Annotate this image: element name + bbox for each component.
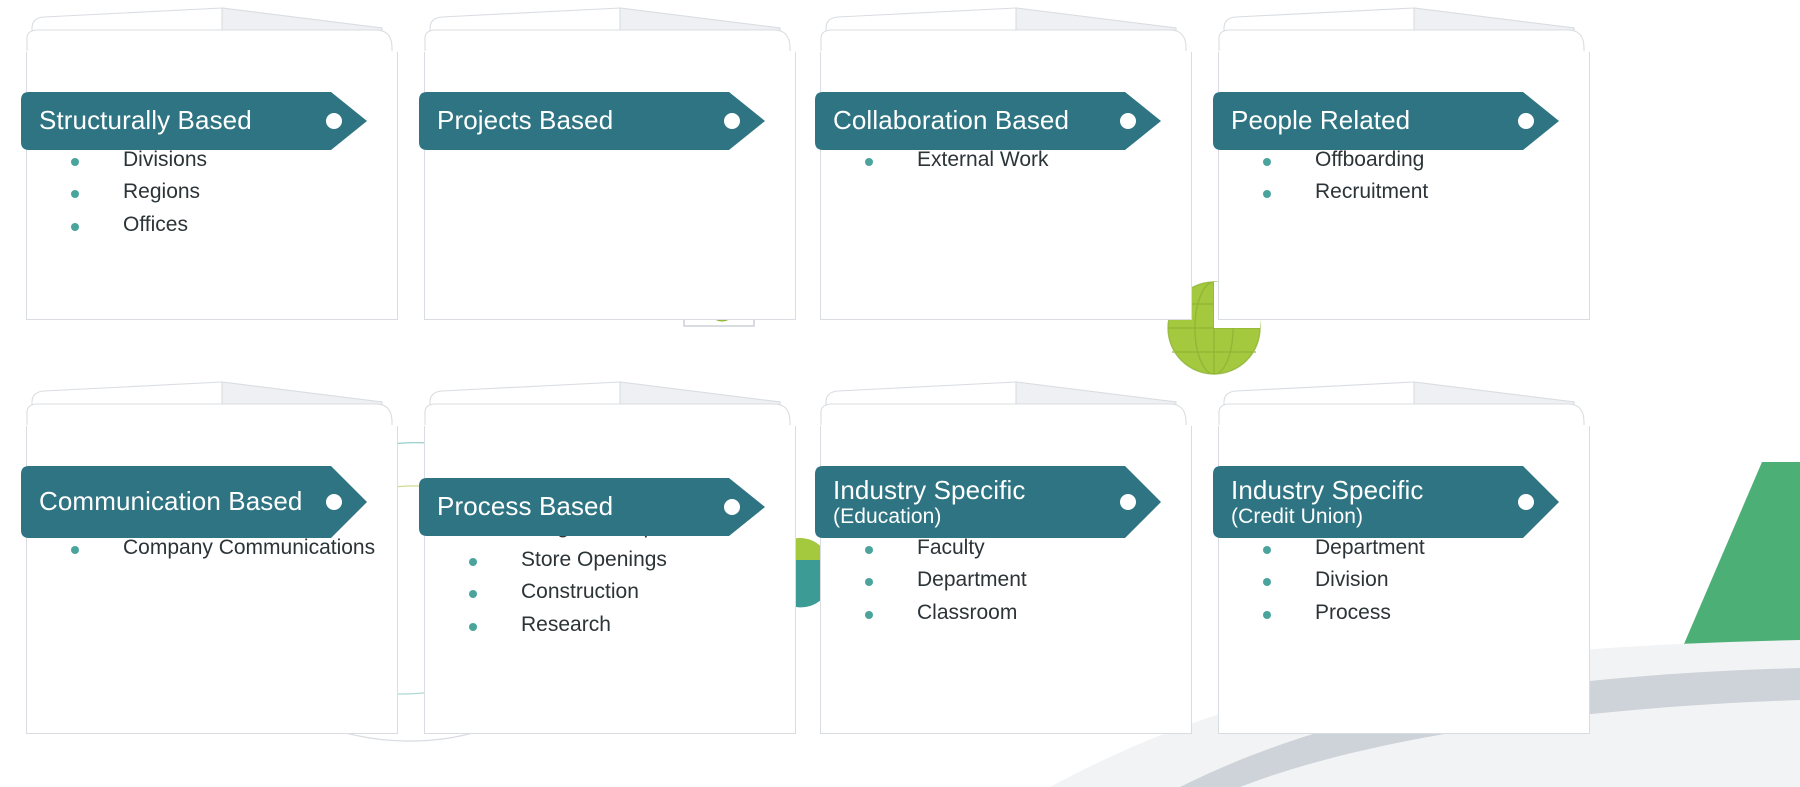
card-body: Structurally Based Departments Divisions… [21,52,398,320]
envelope-flap [26,378,398,426]
list-item: Offices [71,210,383,241]
card-body: Process Based Merger & Acquisitions Stor… [419,426,796,734]
list-item: Division [1263,565,1575,596]
envelope-flap [1218,378,1590,426]
card-body: Projects Based [419,52,796,320]
card-subtitle: (Education) [833,504,942,528]
card-grid: Structurally Based Departments Divisions… [0,0,1800,787]
card-title: Projects Based [437,105,614,136]
list-item: Recruitment [1263,177,1575,208]
slide-canvas: Structurally Based Departments Divisions… [0,0,1800,787]
card-title: Collaboration Based [833,105,1070,136]
card-process-based[interactable]: Process Based Merger & Acquisitions Stor… [419,378,796,734]
envelope-flap [424,378,796,426]
card-industry-specific-education[interactable]: Industry Specific (Education) School Fac… [815,378,1192,734]
card-title: Structurally Based [39,105,252,136]
card-projects-based[interactable]: Projects Based [419,4,796,320]
card-title: Industry Specific [833,474,1026,505]
card-structurally-based[interactable]: Structurally Based Departments Divisions… [21,4,398,320]
list-item: Regions [71,177,383,208]
card-body: Communication Based Crises Management Co… [21,426,398,734]
envelope-flap [424,4,796,52]
list-item: Construction [469,577,735,608]
card-people-related[interactable]: People Related Onboarding Offboarding Re… [1213,4,1590,320]
card-subtitle: (Credit Union) [1231,504,1364,528]
card-tag: Collaboration Based [815,92,1161,150]
envelope-flap [820,4,1192,52]
card-tag: Structurally Based [21,92,367,150]
card-tag: Process Based [419,478,765,536]
card-communication-based[interactable]: Communication Based Crises Management Co… [21,378,398,734]
list-item: Research [469,610,735,641]
card-body: Collaboration Based Internal Work Extern… [815,52,1192,320]
envelope-flap [1218,4,1590,52]
card-tag: Industry Specific (Education) [815,466,1161,538]
card-title: People Related [1231,105,1411,136]
card-title: Process Based [437,491,614,522]
envelope-flap [820,378,1192,426]
list-item: Process [1263,598,1575,629]
card-body: People Related Onboarding Offboarding Re… [1213,52,1590,320]
list-item: Department [865,565,1177,596]
card-tag: Projects Based [419,92,765,150]
card-tag: People Related [1213,92,1559,150]
card-title: Industry Specific [1231,474,1424,505]
card-body: Industry Specific (Credit Union) Branch … [1213,426,1590,734]
card-industry-specific-credit-union[interactable]: Industry Specific (Credit Union) Branch … [1213,378,1590,734]
envelope-flap [26,4,398,52]
card-title: Communication Based [39,486,303,517]
card-body: Industry Specific (Education) School Fac… [815,426,1192,734]
card-tag: Communication Based [21,466,367,538]
list-item: Store Openings [469,545,735,576]
list-item: Classroom [865,598,1177,629]
card-collaboration-based[interactable]: Collaboration Based Internal Work Extern… [815,4,1192,320]
card-tag: Industry Specific (Credit Union) [1213,466,1559,538]
